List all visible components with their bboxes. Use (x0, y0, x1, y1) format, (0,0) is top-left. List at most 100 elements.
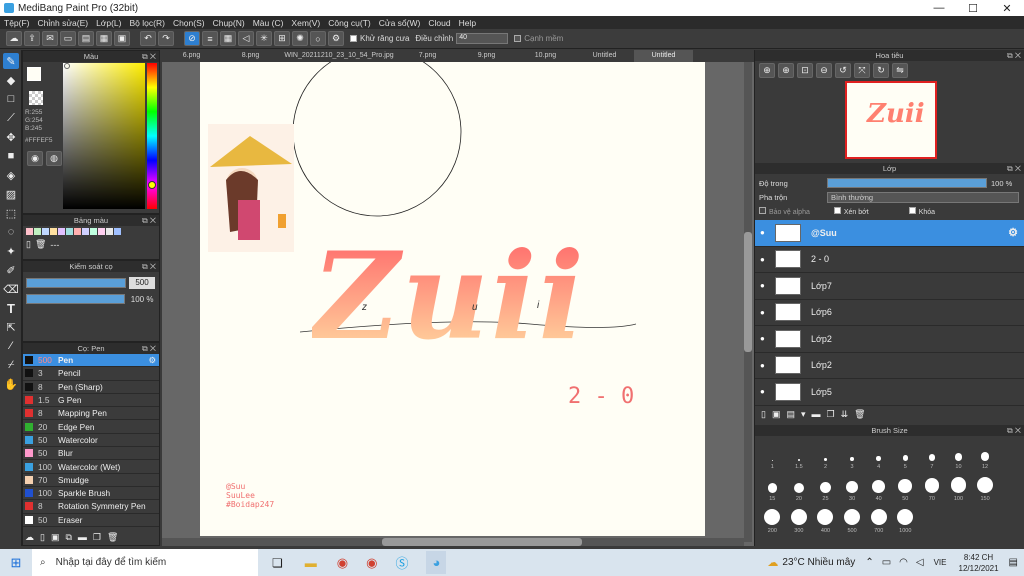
zoom-fit-icon[interactable]: ⊕ (778, 63, 794, 78)
layer-item[interactable]: ● Lớp7 (755, 273, 1024, 300)
tab-webcam-photo[interactable]: WIN_20211210_23_10_54_Pro.jpg (280, 50, 398, 62)
palette-swatch[interactable] (58, 228, 65, 235)
layer-visibility-icon[interactable]: ● (760, 361, 769, 370)
move-tool-icon[interactable]: ✥ (3, 129, 19, 145)
tab-6-png[interactable]: 6.png (162, 50, 221, 62)
snap-gear-icon[interactable]: ⚙ (328, 31, 344, 46)
menu-cloud[interactable]: Cloud (424, 18, 454, 28)
search-box[interactable]: ⌕ Nhập tại đây để tìm kiếm (32, 549, 258, 576)
layer-item[interactable]: ● 2 - 0 (755, 247, 1024, 273)
line-tool-icon[interactable]: ⟋ (3, 110, 19, 126)
palette-swatch[interactable] (114, 228, 121, 235)
palette-swatch[interactable] (34, 228, 41, 235)
brush-size-option[interactable]: 40 (865, 470, 892, 502)
brush-size-option[interactable]: 2 (812, 438, 839, 470)
wifi-icon[interactable]: ◠ (899, 557, 908, 568)
canvas-v-scrollbar[interactable] (744, 62, 752, 542)
layer-visibility-icon[interactable]: ● (760, 387, 769, 396)
tab-10-png[interactable]: 10.png (516, 50, 575, 62)
artwork-canvas[interactable]: Zuii z u i 2 - 0 @Suu SuuLee #Boidap247 (200, 62, 705, 536)
brush-size-option[interactable]: 7 (919, 438, 946, 470)
delete-palette-icon[interactable]: 🗑 (35, 239, 46, 250)
checkbox-icon[interactable] (759, 207, 766, 214)
color-picker-icon[interactable]: ◍ (46, 151, 62, 166)
brush-size-option[interactable]: 150 (972, 470, 999, 502)
panel-close-icon[interactable]: ⧉ ✕ (142, 215, 156, 226)
windows-start-icon[interactable]: ⊞ (0, 555, 32, 571)
brush-item[interactable]: 1.5 G Pen (23, 394, 159, 408)
comment-icon[interactable]: ✉ (42, 31, 58, 46)
cloud-icon[interactable]: ☁ (6, 31, 22, 46)
menu-tools[interactable]: Công cụ(T) (324, 18, 375, 28)
layer-item[interactable]: ● Lớp2 (755, 326, 1024, 353)
palette-swatch[interactable] (26, 228, 33, 235)
tab-untitled-2[interactable]: Untitled (634, 50, 693, 62)
h-scroll-thumb[interactable] (382, 538, 582, 546)
clip-toggle[interactable]: Xén bớt (833, 207, 869, 216)
layer-item[interactable]: ● @Suu ⚙ (755, 220, 1024, 247)
brush-size-option[interactable]: 10 (945, 438, 972, 470)
navigator-preview[interactable]: Zuii (845, 81, 937, 159)
menu-snap[interactable]: Chụp(N) (209, 18, 249, 28)
redo-icon[interactable]: ↷ (158, 31, 174, 46)
brush-delete-icon[interactable]: 🗑 (107, 532, 118, 543)
canvas-h-scrollbar[interactable] (162, 538, 744, 546)
clock[interactable]: 8:42 CH 12/12/2021 (959, 552, 999, 574)
duplicate-layer-icon[interactable]: ❐ (827, 409, 835, 420)
brush-size-option[interactable]: 1000 (892, 502, 919, 534)
palette-swatch[interactable] (90, 228, 97, 235)
frame-icon[interactable]: ▣ (114, 31, 130, 46)
new-layer-8bit-icon[interactable]: ▣ (772, 409, 781, 420)
panel-close-icon[interactable]: ⧉ ✕ (142, 261, 156, 272)
tab-untitled-1[interactable]: Untitled (575, 50, 634, 62)
brush-opacity-slider[interactable] (26, 294, 126, 304)
file-explorer-icon[interactable]: ▬ (305, 556, 317, 570)
panel-close-icon[interactable]: ⧉ ✕ (142, 51, 156, 62)
menu-layer[interactable]: Lớp(L) (92, 18, 125, 28)
select-eraser-icon[interactable]: ⌫ (3, 281, 19, 297)
layer-visibility-icon[interactable]: ● (760, 228, 769, 237)
minimize-button[interactable]: — (922, 2, 956, 15)
hue-cursor[interactable] (148, 181, 156, 189)
zoom-out-icon[interactable]: ⊖ (816, 63, 832, 78)
weather-text[interactable]: 23°C Nhiều mây (782, 557, 855, 568)
magic-wand-icon[interactable]: ✦ (3, 243, 19, 259)
checkbox-icon[interactable] (908, 207, 916, 214)
snap-cross-icon[interactable]: ▦ (220, 31, 236, 46)
snap-circle-icon[interactable]: ○ (310, 31, 326, 46)
brush-item[interactable]: 20 Edge Pen (23, 420, 159, 434)
maximize-button[interactable]: ☐ (956, 2, 990, 15)
soft-edge-toggle[interactable]: Cạnh mềm (514, 34, 563, 43)
brush-item[interactable]: 8 Pen (Sharp) (23, 381, 159, 394)
layer-visibility-icon[interactable]: ● (760, 255, 769, 264)
brush-cloud-icon[interactable]: ☁ (25, 532, 34, 543)
layer-visibility-icon[interactable]: ● (760, 308, 769, 317)
select-tool-icon[interactable]: ⬚ (3, 205, 19, 221)
layer-visibility-icon[interactable]: ● (760, 281, 769, 290)
language-indicator[interactable]: VIE (934, 558, 947, 567)
layer-folder-icon[interactable]: ▬ (812, 409, 821, 420)
brush-size-value[interactable]: 500 (129, 277, 155, 289)
menu-file[interactable]: Tệp(F) (0, 18, 34, 28)
layer-item[interactable]: ● Lớp5 (755, 379, 1024, 406)
hand-tool-icon[interactable]: ✋ (3, 376, 19, 392)
tab-7-png[interactable]: 7.png (398, 50, 457, 62)
menu-window[interactable]: Cửa sổ(W) (375, 18, 425, 28)
eraser-tool-icon[interactable]: ◆ (3, 72, 19, 88)
palette-swatch[interactable] (66, 228, 73, 235)
brush-size-option[interactable]: 25 (812, 470, 839, 502)
menu-edit[interactable]: Chỉnh sửa(E) (34, 18, 93, 28)
close-button[interactable]: ✕ (990, 2, 1024, 15)
brush-size-option[interactable]: 70 (919, 470, 946, 502)
eyedropper-icon[interactable]: ⌿ (3, 357, 19, 373)
menu-select[interactable]: Chọn(S) (169, 18, 209, 28)
page-icon[interactable]: ▤ (78, 31, 94, 46)
fill-rect-tool-icon[interactable]: ■ (3, 148, 19, 164)
brush-item[interactable]: 50 Eraser (23, 514, 159, 527)
new-layer-1bit-icon[interactable]: ▤ (786, 409, 795, 420)
grid-icon[interactable]: ▦ (96, 31, 112, 46)
medibang-taskbar-icon[interactable]: ◕ (426, 551, 447, 574)
rotate-right-icon[interactable]: ↻ (873, 63, 889, 78)
palette-swatch[interactable] (50, 228, 57, 235)
panel-close-icon[interactable]: ⧉ ✕ (142, 343, 156, 354)
